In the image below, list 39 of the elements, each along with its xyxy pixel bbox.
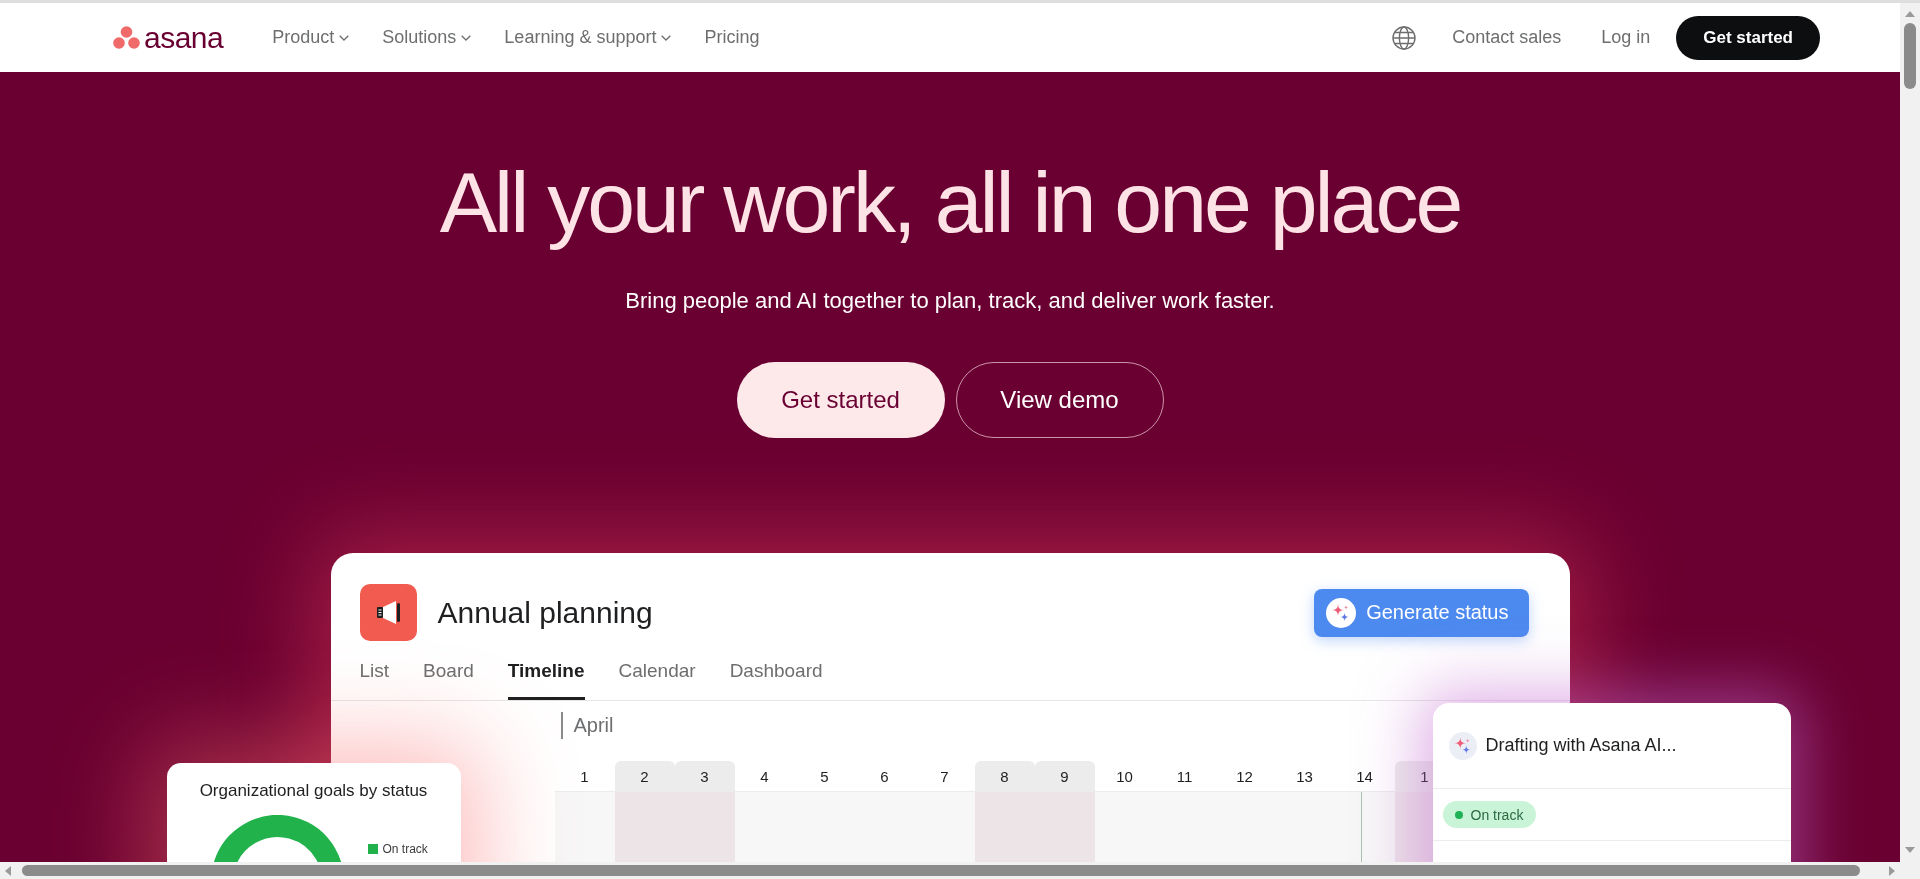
status-dot-icon <box>1454 810 1463 819</box>
megaphone-icon <box>359 584 417 641</box>
vertical-scrollbar[interactable] <box>1900 3 1920 862</box>
card-title: Drafting with Asana AI... <box>1485 735 1677 756</box>
view-tab[interactable]: Dashboard <box>729 659 823 700</box>
globe-icon[interactable] <box>1392 25 1417 50</box>
three-dots-icon[interactable] <box>113 26 140 49</box>
day-header: 9 <box>1034 761 1095 791</box>
horizontal-scrollbar[interactable] <box>0 862 1920 879</box>
hero-button[interactable]: Get started <box>736 362 945 438</box>
nav-link[interactable]: Log in <box>1601 27 1651 48</box>
status-label: On track <box>1470 806 1524 823</box>
nav-menu-item[interactable]: Learning & support <box>504 27 672 48</box>
get-started-button[interactable]: Get started <box>1676 15 1820 60</box>
generate-status-button[interactable]: Generate status <box>1314 588 1529 637</box>
project-title: Annual planning <box>437 595 653 630</box>
left-arrow-icon[interactable] <box>3 864 13 877</box>
nav-menu-item[interactable]: Solutions <box>382 27 472 48</box>
right-arrow-icon[interactable] <box>1887 864 1897 877</box>
day-header: 3 <box>674 761 735 791</box>
day-header: 2 <box>614 761 675 791</box>
nav-menu-item[interactable]: Pricing <box>704 27 760 48</box>
nav-menu-item[interactable]: Product <box>272 27 350 48</box>
view-tab[interactable]: Timeline <box>507 659 585 700</box>
view-tab[interactable]: Calendar <box>618 659 696 700</box>
day-header: 8 <box>974 761 1035 791</box>
legend-label: On track <box>382 842 428 856</box>
nav-link[interactable]: Contact sales <box>1452 27 1562 48</box>
sparkle-icon <box>1448 731 1477 760</box>
scrollbar-thumb[interactable] <box>22 865 1860 876</box>
view-tab[interactable]: List <box>359 659 390 700</box>
hero-title: All your work, all in one place <box>439 154 1461 251</box>
logo-text[interactable]: asana <box>144 20 224 55</box>
view-tab[interactable]: Board <box>423 659 474 700</box>
sparkle-icon <box>1326 597 1357 628</box>
month-label: April <box>560 712 614 739</box>
scrollbar-thumb[interactable] <box>1904 23 1916 89</box>
card-title: Organizational goals by status <box>198 780 429 802</box>
hero-subtitle: Bring people and AI together to plan, track, and deliver work faster. <box>625 287 1275 315</box>
